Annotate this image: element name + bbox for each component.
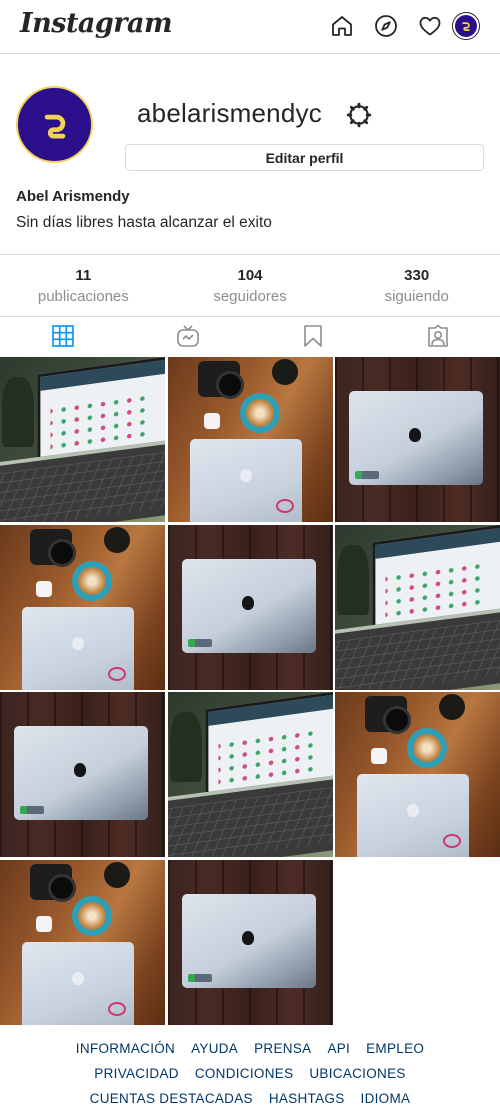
footer-row: INFORMACIÓN AYUDA PRENSA API EMPLEO <box>0 1036 500 1061</box>
footer-link-empleo[interactable]: EMPLEO <box>366 1041 424 1056</box>
post-image <box>168 525 333 690</box>
post-image <box>168 357 333 522</box>
stat-followers-label: seguidores <box>213 288 287 305</box>
tagged-user-icon <box>427 324 448 347</box>
post-thumbnail[interactable] <box>335 357 500 522</box>
profile-bio: Sin días libres hasta alcanzar el exito <box>16 214 272 231</box>
post-image <box>335 525 500 690</box>
footer-link-informacion[interactable]: INFORMACIÓN <box>76 1041 175 1056</box>
post-thumbnail[interactable] <box>0 860 165 1025</box>
profile-username: abelarismendyc <box>137 98 322 128</box>
post-image <box>0 860 165 1025</box>
igtv-icon <box>176 325 199 347</box>
footer-link-ayuda[interactable]: AYUDA <box>191 1041 238 1056</box>
footer-link-ubicaciones[interactable]: UBICACIONES <box>309 1066 405 1081</box>
edit-profile-button[interactable]: Editar perfil <box>125 144 484 171</box>
post-thumbnail[interactable] <box>335 525 500 690</box>
saved-bookmark-icon <box>303 325 322 347</box>
tab-saved[interactable] <box>250 317 375 355</box>
footer-link-api[interactable]: API <box>327 1041 350 1056</box>
instagram-logo[interactable]: Instagram <box>20 8 173 39</box>
tab-igtv[interactable] <box>125 317 250 355</box>
post-image <box>0 357 165 522</box>
stat-posts-count: 11 <box>75 267 92 284</box>
footer-link-condiciones[interactable]: CONDICIONES <box>195 1066 294 1081</box>
top-navigation-bar: Instagram <box>0 0 500 54</box>
footer-link-idioma[interactable]: IDIOMA <box>361 1091 411 1106</box>
stat-following-label: siguiendo <box>384 288 449 305</box>
home-icon[interactable] <box>329 13 355 39</box>
post-thumbnail[interactable] <box>0 525 165 690</box>
profile-full-name: Abel Arismendy <box>16 188 130 205</box>
explore-icon[interactable] <box>373 13 399 39</box>
footer-row: PRIVACIDAD CONDICIONES UBICACIONES <box>0 1061 500 1086</box>
footer-link-cuentas-destacadas[interactable]: CUENTAS DESTACADAS <box>90 1091 253 1106</box>
post-thumbnail[interactable] <box>0 357 165 522</box>
profile-tabs <box>0 317 500 355</box>
post-image <box>168 860 333 1025</box>
profile-avatar-image <box>455 15 477 37</box>
tab-posts[interactable] <box>0 317 125 355</box>
post-image <box>168 692 333 857</box>
stat-following[interactable]: 330 siguiendo <box>333 255 500 316</box>
stat-followers[interactable]: 104 seguidores <box>167 255 334 316</box>
settings-gear-icon[interactable] <box>346 102 372 128</box>
avatar-logo-icon <box>462 22 470 31</box>
footer-link-privacidad[interactable]: PRIVACIDAD <box>94 1066 179 1081</box>
footer-row: CUENTAS DESTACADAS HASHTAGS IDIOMA <box>0 1086 500 1111</box>
post-thumbnail[interactable] <box>0 692 165 857</box>
grid-icon <box>51 325 74 347</box>
heart-icon[interactable] <box>417 13 443 39</box>
stat-following-count: 330 <box>404 267 430 284</box>
footer-links: INFORMACIÓN AYUDA PRENSA API EMPLEO PRIV… <box>0 1036 500 1111</box>
post-image <box>0 692 165 857</box>
stat-followers-count: 104 <box>237 267 263 284</box>
post-image <box>335 357 500 522</box>
profile-avatar[interactable] <box>16 86 93 163</box>
tab-tagged[interactable] <box>375 317 500 355</box>
post-thumbnail[interactable] <box>168 525 333 690</box>
post-thumbnail[interactable] <box>168 357 333 522</box>
post-thumbnail[interactable] <box>168 860 333 1025</box>
profile-avatar-small[interactable] <box>452 12 480 40</box>
footer-link-prensa[interactable]: PRENSA <box>254 1041 311 1056</box>
footer-link-hashtags[interactable]: HASHTAGS <box>269 1091 345 1106</box>
post-thumbnail[interactable] <box>335 692 500 857</box>
post-thumbnail[interactable] <box>168 692 333 857</box>
stat-posts-label: publicaciones <box>37 288 129 305</box>
post-image <box>0 525 165 690</box>
post-image <box>335 692 500 857</box>
profile-stats: 11 publicaciones 104 seguidores 330 sigu… <box>0 254 500 317</box>
avatar-logo-icon <box>44 114 65 138</box>
stat-posts[interactable]: 11 publicaciones <box>0 255 167 316</box>
